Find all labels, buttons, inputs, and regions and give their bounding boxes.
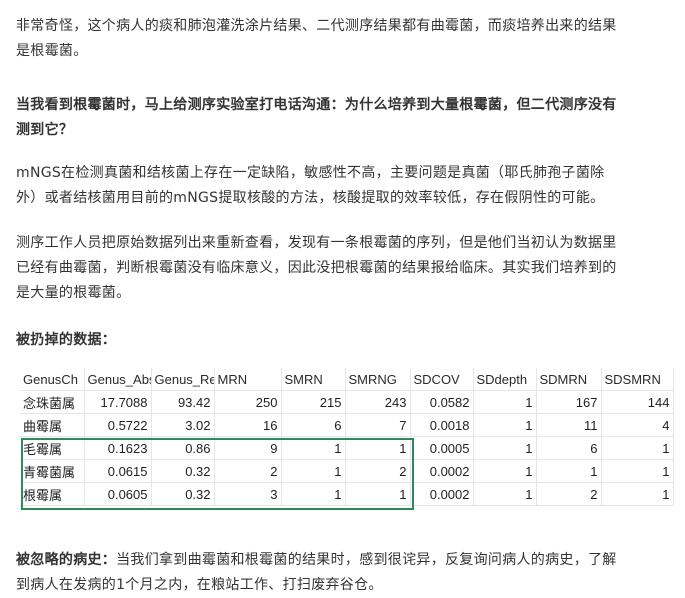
column-header: SDMRN [536,368,602,391]
spreadsheet-image: GenusChGenus_AbsGenus_Re_MRNSMRNSMRNGSDC… [20,368,674,513]
paragraph-3-line-2: 外）或者结核菌用目前的mNGS提取核酸的方法，核酸提取的效率较低，存在假阴性的可… [16,190,605,206]
table-cell: 0.86 [151,436,215,460]
table-cell: 0.0605 [84,482,152,506]
paragraph-1: 非常奇怪，这个病人的痰和肺泡灌洗涂片结果、二代测序结果都有曲霉菌，而痰培养出来的… [16,14,617,64]
table-cell: 0.0002 [410,482,474,506]
table-cell: 0.32 [151,459,215,483]
paragraph-2-line-2: 测到它？ [16,122,74,138]
table-cell: 根霉属 [20,482,85,506]
column-header: GenusCh [20,368,85,391]
paragraph-2-bold-question: 当我看到根霉菌时，马上给测序实验室打电话沟通：为什么培养到大量根霉菌，但二代测序… [16,93,617,143]
table-row: 曲霉属 0.5722 3.02 16 6 7 0.0018 1 11 4 [20,413,674,437]
table-cell: 144 [601,390,674,414]
table-cell: 250 [214,390,282,414]
table-cell: 7 [345,413,411,437]
table-cell: 1 [281,459,346,483]
table-cell: 2 [214,459,282,483]
table-cell: 0.0002 [410,459,474,483]
table-row: 念珠菌属 17.7088 93.42 250 215 243 0.0582 1 167 144 [20,390,674,414]
table-cell: 0.0582 [410,390,474,414]
paragraph-6-line-2: 到病人在发病的1个月之内，在粮站工作、打扫废弃谷仓。 [16,577,383,593]
table-cell: 念珠菌属 [20,390,85,414]
column-header: SDCOV [410,368,474,391]
table-cell: 4 [601,413,674,437]
table-cell: 1 [601,482,674,506]
table-cell: 9 [214,436,282,460]
table-cell: 2 [536,482,602,506]
paragraph-4: 测序工作人员把原始数据列出来重新查看，发现有一条根霉菌的序列，但是他们当初认为数… [16,231,617,306]
table-cell: 0.32 [151,482,215,506]
table-cell: 0.0018 [410,413,474,437]
table-cell: 1 [473,390,537,414]
table-cell: 1 [473,413,537,437]
paragraph-6-line-1: 被忽略的病史：当我们拿到曲霉菌和根霉菌的结果时，感到很诧异，反复询问病人的病史，… [16,548,617,573]
paragraph-3-line-1: mNGS在检测真菌和结核菌上存在一定缺陷，敏感性不高，主要问题是真菌（耶氏肺孢子… [16,165,605,181]
column-header: Genus_Re_ [151,368,215,391]
table-cell: 93.42 [151,390,215,414]
table-cell: 1 [536,459,602,483]
paragraph-6: 被忽略的病史：当我们拿到曲霉菌和根霉菌的结果时，感到很诧异，反复询问病人的病史，… [16,548,617,598]
table-row: 毛霉属 0.1623 0.86 9 1 1 0.0005 1 6 1 [20,436,674,460]
table-cell: 16 [214,413,282,437]
table-cell: 2 [345,459,411,483]
paragraph-3: mNGS在检测真菌和结核菌上存在一定缺陷，敏感性不高，主要问题是真菌（耶氏肺孢子… [16,161,604,211]
table-cell: 1 [345,436,411,460]
table-header-row: GenusChGenus_AbsGenus_Re_MRNSMRNSMRNGSDC… [20,368,674,391]
table-label: 被扔掉的数据： [16,332,117,348]
history-label: 被忽略的病史： [16,552,117,568]
table-cell: 1 [345,482,411,506]
paragraph-2-line-1: 当我看到根霉菌时，马上给测序实验室打电话沟通：为什么培养到大量根霉菌，但二代测序… [16,97,617,113]
table-cell: 1 [601,436,674,460]
table-cell: 17.7088 [84,390,152,414]
table-cell: 1 [281,482,346,506]
table-cell: 0.0005 [410,436,474,460]
paragraph-1-line-1: 非常奇怪，这个病人的痰和肺泡灌洗涂片结果、二代测序结果都有曲霉菌，而痰培养出来的… [16,18,617,34]
column-header: MRN [214,368,282,391]
data-table: GenusChGenus_AbsGenus_Re_MRNSMRNSMRNGSDC… [20,368,674,506]
table-cell: 6 [281,413,346,437]
column-header: SDdepth [473,368,537,391]
table-cell: 215 [281,390,346,414]
table-cell: 1 [473,436,537,460]
column-header: SMRNG [345,368,411,391]
table-cell: 毛霉属 [20,436,85,460]
table-cell: 11 [536,413,602,437]
table-cell: 3 [214,482,282,506]
table-cell: 0.5722 [84,413,152,437]
table-cell: 1 [473,482,537,506]
table-cell: 曲霉属 [20,413,85,437]
column-header: Genus_Abs [84,368,152,391]
table-cell: 1 [601,459,674,483]
table-cell: 167 [536,390,602,414]
table-cell: 3.02 [151,413,215,437]
paragraph-1-line-2: 是根霉菌。 [16,43,88,59]
paragraph-4-line-3: 是大量的根霉菌。 [16,285,131,301]
table-cell: 青霉菌属 [20,459,85,483]
table-cell: 6 [536,436,602,460]
table-cell: 0.1623 [84,436,152,460]
table-row: 青霉菌属 0.0615 0.32 2 1 2 0.0002 1 1 1 [20,459,674,483]
column-header: SMRN [281,368,346,391]
table-cell: 243 [345,390,411,414]
paragraph-4-line-2: 已经有曲霉菌，判断根霉菌没有临床意义，因此没把根霉菌的结果报给临床。其实我们培养… [16,260,617,276]
table-row: 根霉属 0.0605 0.32 3 1 1 0.0002 1 2 1 [20,482,674,506]
table-cell: 1 [281,436,346,460]
table-cell: 1 [473,459,537,483]
column-header: SDSMRN [601,368,674,391]
paragraph-4-line-1: 测序工作人员把原始数据列出来重新查看，发现有一条根霉菌的序列，但是他们当初认为数… [16,235,617,251]
paragraph-6-line-1-text: 当我们拿到曲霉菌和根霉菌的结果时，感到很诧异，反复询问病人的病史，了解 [116,552,617,568]
table-cell: 0.0615 [84,459,152,483]
